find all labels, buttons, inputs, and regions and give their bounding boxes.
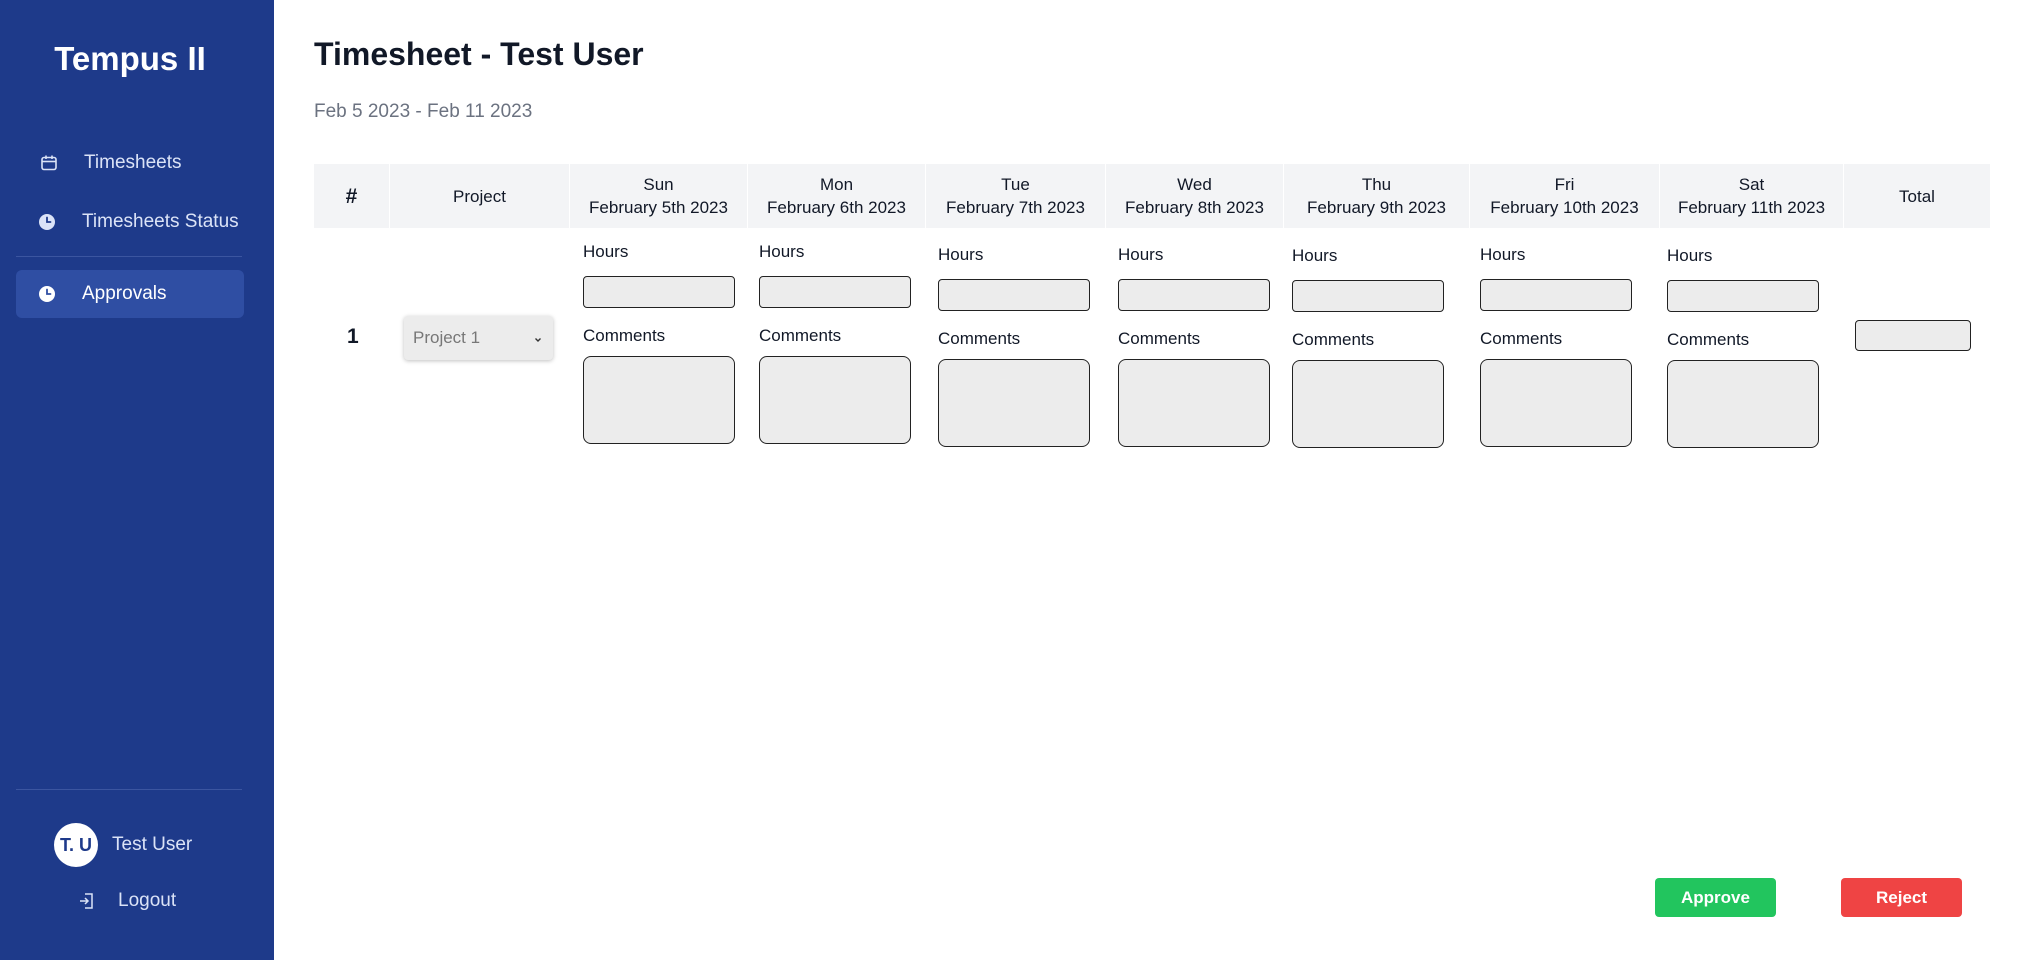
hours-label: Hours — [1667, 246, 1713, 265]
column-header-day: Tue — [1001, 175, 1030, 194]
sidebar-item-label: Approvals — [82, 283, 167, 304]
date-range: Feb 5 2023 - Feb 11 2023 — [314, 101, 533, 122]
hours-input-fri[interactable] — [1480, 279, 1632, 311]
column-header-day: Wed — [1177, 175, 1212, 194]
column-header-date: February 10th 2023 — [1490, 198, 1639, 217]
clock-icon — [36, 283, 58, 305]
column-header-sat: Sat February 11th 2023 — [1660, 164, 1844, 228]
comments-label: Comments — [1292, 330, 1375, 349]
day-cell-thu: Hours Comments — [1292, 246, 1444, 448]
day-cell-wed: Hours Comments — [1118, 245, 1270, 447]
app-title: Tempus II — [54, 40, 206, 77]
hours-input-thu[interactable] — [1292, 280, 1444, 312]
table-header: # Project Sun February 5th 2023 Mon Febr… — [314, 164, 1990, 228]
column-header-mon: Mon February 6th 2023 — [748, 164, 926, 228]
clock-icon — [36, 211, 58, 233]
column-header-date: February 11th 2023 — [1677, 198, 1826, 217]
column-header-number: # — [314, 164, 390, 228]
comments-input-fri[interactable] — [1480, 359, 1632, 447]
project-select[interactable]: Project 1 — [404, 316, 553, 360]
column-header-day: Sun — [643, 175, 674, 194]
column-header-date: February 8th 2023 — [1125, 198, 1264, 217]
comments-label: Comments — [583, 326, 666, 345]
column-header-date: February 9th 2023 — [1307, 198, 1446, 217]
column-header-project: Project — [390, 164, 570, 228]
sidebar-divider — [16, 789, 242, 790]
day-cell-sun: Hours Comments — [583, 242, 735, 444]
user-profile[interactable]: T. U Test User — [54, 823, 192, 867]
page-title: Timesheet - Test User — [314, 36, 644, 72]
hours-input-sun[interactable] — [583, 276, 735, 308]
comments-label: Comments — [1480, 329, 1563, 348]
sidebar-divider — [16, 256, 242, 257]
hours-input-tue[interactable] — [938, 279, 1090, 311]
comments-input-sat[interactable] — [1667, 360, 1819, 448]
user-name: Test User — [112, 834, 193, 855]
comments-input-tue[interactable] — [938, 359, 1090, 447]
column-header-date: February 7th 2023 — [946, 198, 1085, 217]
reject-button[interactable]: Reject — [1841, 878, 1962, 917]
logout-label: Logout — [118, 890, 177, 911]
column-header-date: February 6th 2023 — [767, 198, 906, 217]
column-header-total: Total — [1899, 186, 1935, 206]
total-input[interactable] — [1855, 320, 1971, 351]
row-number: 1 — [347, 325, 359, 348]
comments-label: Comments — [938, 329, 1021, 348]
column-header-wed: Wed February 8th 2023 — [1106, 164, 1284, 228]
project-select-value: Project 1 — [413, 328, 481, 347]
column-header-sun: Sun February 5th 2023 — [570, 164, 748, 228]
hours-label: Hours — [938, 245, 984, 264]
column-header-thu: Thu February 9th 2023 — [1284, 164, 1470, 228]
sidebar-item-timesheets[interactable]: Timesheets — [16, 139, 244, 187]
column-header-tue: Tue February 7th 2023 — [926, 164, 1106, 228]
hours-label: Hours — [1118, 245, 1164, 264]
approve-button[interactable]: Approve — [1655, 878, 1776, 917]
hours-input-mon[interactable] — [759, 276, 911, 308]
calendar-icon — [38, 152, 60, 174]
comments-input-mon[interactable] — [759, 356, 911, 444]
hours-label: Hours — [1480, 245, 1526, 264]
logout-button[interactable]: Logout — [78, 890, 176, 912]
column-header-date: February 5th 2023 — [589, 198, 728, 217]
sidebar-item-label: Timesheets — [84, 152, 182, 173]
comments-label: Comments — [1667, 330, 1750, 349]
column-header-day: Mon — [819, 175, 854, 194]
hours-input-sat[interactable] — [1667, 280, 1819, 312]
chevron-down-icon — [533, 330, 543, 342]
sidebar-item-approvals[interactable]: Approvals — [16, 270, 244, 318]
column-header-day: Fri — [1554, 175, 1575, 194]
logout-icon — [78, 891, 98, 911]
avatar: T. U — [54, 823, 98, 867]
sidebar: Tempus II Timesheets Timesheets Status A… — [0, 0, 274, 960]
comments-input-wed[interactable] — [1118, 359, 1270, 447]
comments-label: Comments — [1118, 329, 1201, 348]
hours-input-wed[interactable] — [1118, 279, 1270, 311]
day-cell-fri: Hours Comments — [1480, 245, 1632, 447]
hours-label: Hours — [759, 242, 805, 261]
sidebar-item-timesheets-status[interactable]: Timesheets Status — [16, 198, 244, 246]
sidebar-item-label: Timesheets Status — [82, 211, 239, 232]
day-cell-tue: Hours Comments — [938, 245, 1090, 447]
hours-label: Hours — [583, 242, 629, 261]
comments-label: Comments — [759, 326, 842, 345]
day-cell-mon: Hours Comments — [759, 242, 911, 444]
column-header-fri: Fri February 10th 2023 — [1470, 164, 1660, 228]
comments-input-sun[interactable] — [583, 356, 735, 444]
column-header-day: Sat — [1738, 175, 1765, 194]
day-cell-sat: Hours Comments — [1667, 246, 1819, 448]
comments-input-thu[interactable] — [1292, 360, 1444, 448]
column-header-day: Thu — [1361, 175, 1392, 194]
hours-label: Hours — [1292, 246, 1338, 265]
